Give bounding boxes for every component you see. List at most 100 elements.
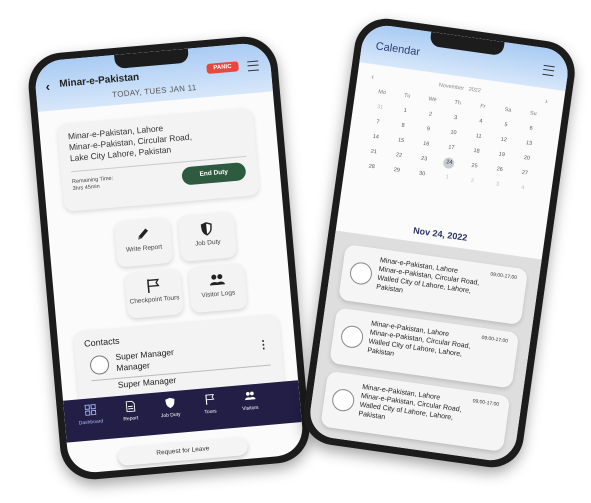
back-icon[interactable]: ‹ [45, 79, 51, 94]
calendar-day[interactable]: 1 [434, 171, 461, 185]
calendar-day[interactable]: 7 [364, 116, 391, 130]
schedule-list: 09:00-17:00 Minar-e-Pakistan, Lahore Min… [307, 230, 542, 464]
calendar-day[interactable]: 4 [467, 115, 494, 129]
calendar-screen: Calendar ‹ November 2022 › Mo Tu We Th F… [307, 22, 571, 464]
phone-calendar: Calendar ‹ November 2022 › Mo Tu We Th F… [299, 14, 579, 472]
avatar [330, 387, 356, 413]
calendar-day[interactable]: 18 [463, 145, 490, 159]
calendar-day[interactable]: 11 [465, 130, 492, 144]
tile-label: Write Report [125, 243, 163, 254]
more-options-icon[interactable]: ⋮ [257, 339, 269, 352]
calendar-day[interactable]: 15 [388, 134, 415, 148]
contacts-title: Contacts [83, 335, 120, 349]
pencil-icon [138, 228, 149, 240]
avatar [339, 324, 365, 350]
calendar-day[interactable]: 4 [509, 181, 536, 195]
dashboard-screen: ‹ Minar-e-Pakistan PANIC TODAY, TUES JAN… [33, 41, 305, 475]
avatar [348, 261, 374, 286]
tile-label: Job Duty [194, 238, 221, 248]
calendar-day-selected[interactable]: 24 [442, 156, 456, 170]
tab-label: Dashboard [78, 418, 104, 427]
contact-role: Manager [115, 360, 151, 373]
calendar-day[interactable]: 28 [358, 160, 385, 174]
calendar-day[interactable]: 30 [409, 167, 436, 181]
weekday-label: Th [454, 99, 462, 107]
tab-label: Job Duty [160, 411, 181, 420]
shift-time: 09:00-17:00 [472, 398, 500, 408]
grid-icon [83, 404, 96, 416]
tile-label: Visitor Logs [201, 289, 236, 300]
calendar-day[interactable]: 12 [490, 133, 517, 147]
flag-icon [147, 278, 160, 293]
weekday-label: Mo [377, 89, 387, 97]
document-icon [125, 400, 135, 413]
weekday-label: Fr [479, 103, 486, 111]
calendar-day[interactable]: 3 [484, 178, 511, 192]
calendar-day[interactable]: 31 [367, 101, 394, 115]
calendar-day[interactable]: 10 [440, 126, 467, 140]
next-month-icon[interactable]: › [545, 96, 549, 105]
calendar-day[interactable]: 9 [415, 123, 442, 137]
calendar-day[interactable]: 2 [459, 174, 486, 188]
tab-tours[interactable]: Tours [191, 392, 229, 416]
end-duty-button[interactable]: End Duty [181, 162, 247, 186]
calendar-day[interactable]: 19 [488, 148, 515, 162]
calendar-month: November [438, 82, 465, 92]
calendar-day[interactable]: 3 [442, 111, 469, 125]
calendar-day[interactable]: 29 [383, 164, 410, 178]
schedule-address: Pakistan [357, 410, 386, 422]
calendar-day[interactable]: 8 [390, 119, 417, 133]
flag-icon [204, 394, 214, 405]
hamburger-menu-icon[interactable] [247, 60, 259, 72]
shift-time: 09:00-17:00 [490, 271, 518, 282]
tile-job-duty[interactable]: Job Duty [177, 211, 238, 262]
calendar-day[interactable]: 20 [513, 152, 540, 166]
schedule-address: Pakistan [366, 347, 395, 358]
calendar-grid: Mo Tu We Th Fr Sa Su 31 1 2 3 4 5 6 7 8 … [358, 86, 546, 196]
weekday-label: We [427, 96, 437, 104]
calendar-day[interactable]: 23 [411, 152, 438, 166]
tile-checkpoint-tours[interactable]: Checkpoint Tours [124, 268, 184, 319]
calendar-day[interactable]: 6 [518, 122, 545, 136]
schedule-address: Pakistan [375, 283, 404, 295]
avatar [89, 354, 110, 376]
calendar-day[interactable]: 21 [360, 145, 387, 159]
calendar-day[interactable]: 2 [417, 108, 444, 122]
tile-visitor-logs[interactable]: Visitor Logs [187, 262, 248, 314]
tab-label: Report [123, 415, 139, 423]
calendar-day[interactable]: 14 [362, 130, 389, 144]
weekday-label: Su [529, 110, 537, 118]
location-card: Minar-e-Pakistan, Lahore Minar-e-Pakista… [56, 107, 260, 212]
calendar-day[interactable]: 5 [492, 118, 519, 132]
tab-visitors[interactable]: Visitors [231, 389, 269, 413]
calendar-widget: ‹ November 2022 › Mo Tu We Th Fr Sa Su 3… [349, 69, 553, 234]
people-icon [210, 274, 225, 286]
tab-report[interactable]: Report [111, 399, 149, 423]
remaining-time: Remaining Time: 3hrs 45min [72, 175, 123, 193]
calendar-day[interactable]: 1 [392, 104, 419, 118]
shift-time: 09:00-17:00 [481, 334, 509, 345]
hamburger-menu-icon[interactable] [542, 64, 555, 77]
weekday-label: Sa [504, 106, 512, 114]
tile-label: Checkpoint Tours [129, 294, 180, 306]
panic-button[interactable]: PANIC [206, 61, 239, 74]
shield-icon [164, 397, 174, 409]
tile-write-report[interactable]: Write Report [113, 216, 174, 268]
tab-label: Visitors [242, 404, 259, 413]
calendar-day[interactable]: 13 [516, 137, 543, 151]
people-icon [244, 391, 256, 401]
calendar-day[interactable]: 22 [385, 149, 412, 163]
tab-job-duty[interactable]: Job Duty [151, 396, 189, 420]
calendar-year: 2022 [468, 86, 482, 95]
phone-dashboard: ‹ Minar-e-Pakistan PANIC TODAY, TUES JAN… [25, 33, 313, 483]
shield-icon [200, 222, 212, 236]
calendar-day[interactable]: 17 [438, 141, 465, 155]
calendar-day[interactable]: 25 [461, 159, 488, 173]
calendar-day[interactable]: 26 [486, 163, 513, 177]
page-title: Calendar [374, 40, 421, 59]
page-title: Minar-e-Pakistan [58, 71, 140, 90]
calendar-day[interactable]: 27 [511, 167, 538, 181]
weekday-label: Tu [403, 92, 411, 100]
tab-dashboard[interactable]: Dashboard [72, 403, 110, 427]
calendar-day[interactable]: 16 [413, 138, 440, 152]
